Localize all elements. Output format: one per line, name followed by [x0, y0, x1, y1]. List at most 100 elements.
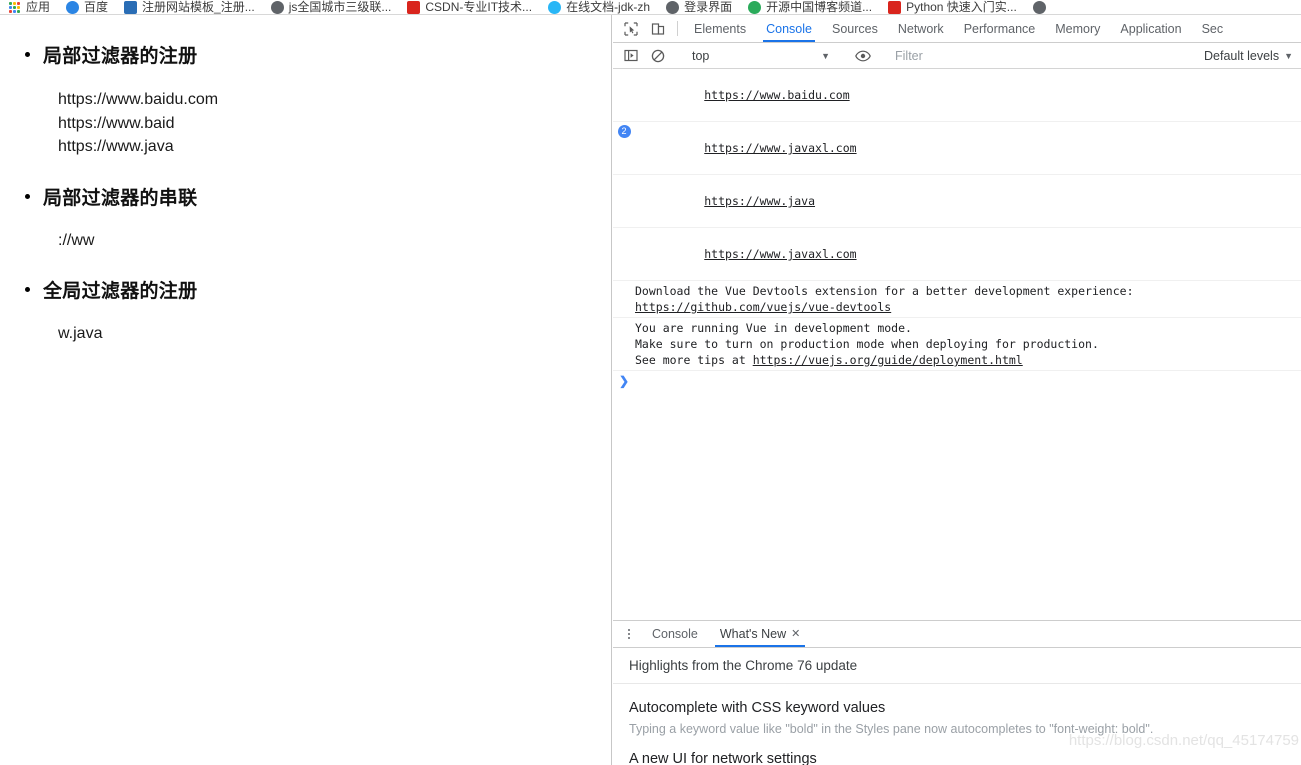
console-prompt[interactable]: ❯ [613, 371, 1301, 391]
tab-label: Sources [831, 21, 878, 36]
message-text: https://www.javaxl.com [635, 124, 1301, 172]
drawer-tab-whats-new[interactable]: What's New ✕ [709, 621, 812, 647]
section-body: w.java [58, 325, 103, 342]
close-icon[interactable]: ✕ [791, 628, 800, 640]
console-message[interactable]: https://www.java [613, 175, 1301, 228]
execution-context-value: top [692, 48, 710, 63]
bookmark-label: 应用 [26, 0, 51, 14]
console-link[interactable]: https://vuejs.org/guide/deployment.html [753, 353, 1023, 367]
message-line: Download the Vue Devtools extension for … [635, 284, 1134, 298]
console-message-list[interactable]: https://www.baidu.com 2 https://www.java… [613, 69, 1301, 620]
console-link[interactable]: https://github.com/vuejs/vue-devtools [635, 300, 891, 314]
toolbar-divider [677, 21, 678, 36]
console-link[interactable]: https://www.javaxl.com [704, 247, 856, 261]
tab-network[interactable]: Network [888, 15, 954, 42]
baidu-icon [66, 1, 80, 14]
console-link[interactable]: https://www.java [704, 194, 815, 208]
content-section: 局部过滤器的串联 ://ww [25, 183, 611, 253]
filter-input[interactable] [895, 46, 1178, 65]
whats-new-list: Autocomplete with CSS keyword values Typ… [613, 684, 1301, 765]
bookmarks-bar: 应用 百度 注册网站模板_注册... js全国城市三级联... CSDN-专业I… [0, 0, 1301, 15]
message-gutter [613, 283, 635, 284]
drawer-tab-console[interactable]: Console [641, 621, 709, 647]
bookmark-item[interactable]: js全国城市三级联... [270, 1, 391, 14]
message-text: https://www.javaxl.com [635, 230, 1301, 278]
device-toolbar-button[interactable] [644, 15, 671, 42]
console-message[interactable]: Download the Vue Devtools extension for … [613, 281, 1301, 318]
drawer-tab-label: Console [652, 627, 698, 641]
tab-performance[interactable]: Performance [954, 15, 1046, 42]
section-heading-text: 局部过滤器的串联 [43, 187, 198, 209]
bookmark-label: CSDN-专业IT技术... [425, 0, 533, 14]
bookmark-item[interactable]: 注册网站模板_注册... [124, 1, 255, 14]
globe-icon [270, 1, 284, 14]
prompt-chevron-icon: ❯ [618, 374, 630, 388]
apps-grid-icon [8, 1, 21, 14]
doc-icon [548, 1, 562, 14]
message-text: https://www.java [635, 177, 1301, 225]
live-expression-button[interactable] [849, 50, 876, 62]
section-body: https://www.baidu.com https://www.baid h… [58, 91, 219, 155]
bookmark-item[interactable]: 应用 [8, 1, 50, 14]
console-message[interactable]: https://www.baidu.com [613, 69, 1301, 122]
bullet-icon [25, 287, 30, 292]
content-section: 全局过滤器的注册 w.java [25, 276, 611, 346]
message-text: https://www.baidu.com [635, 71, 1301, 119]
console-message[interactable]: 2 https://www.javaxl.com [613, 122, 1301, 175]
bookmark-label: Python 快速入门实... [906, 0, 1017, 14]
whats-new-item[interactable]: A new UI for network settings [629, 749, 1285, 765]
whats-new-subtitle: Highlights from the Chrome 76 update [613, 648, 1301, 684]
tab-label: Application [1120, 21, 1182, 36]
tab-label: Console [766, 21, 812, 36]
bullet-icon [25, 52, 30, 57]
message-text: You are running Vue in development mode.… [635, 320, 1301, 368]
whats-new-item[interactable]: Autocomplete with CSS keyword values Typ… [629, 698, 1285, 738]
bookmark-label: 登录界面 [684, 0, 733, 14]
message-gutter [613, 177, 635, 178]
console-sidebar-button[interactable] [617, 49, 644, 62]
console-toolbar: top ▼ Default levels ▼ [613, 43, 1301, 69]
console-message[interactable]: https://www.javaxl.com [613, 228, 1301, 281]
tab-label: Network [897, 21, 944, 36]
login-icon [666, 1, 680, 14]
section-heading: 局部过滤器的串联 [25, 183, 611, 210]
console-message[interactable]: You are running Vue in development mode.… [613, 318, 1301, 371]
bookmark-item[interactable]: 在线文档-jdk-zh [548, 1, 650, 14]
create-live-expression-icon [854, 50, 871, 62]
message-gutter: 2 [613, 124, 635, 138]
tab-label: Memory [1055, 21, 1101, 36]
drawer-tab-label: What's New [719, 627, 787, 641]
site-icon [124, 1, 138, 14]
bookmark-item[interactable]: CSDN-专业IT技术... [407, 1, 532, 14]
section-heading: 局部过滤器的注册 [25, 41, 611, 68]
more-options-button[interactable] [617, 621, 641, 647]
csdn-icon [888, 1, 902, 14]
clear-console-icon [651, 49, 665, 63]
bookmark-item[interactable]: 开源中国博客频道... [748, 1, 872, 14]
csdn-icon [407, 1, 421, 14]
whats-new-title: A new UI for network settings [629, 751, 817, 765]
console-link[interactable]: https://www.baidu.com [704, 88, 849, 102]
log-levels-label: Default levels [1204, 48, 1280, 63]
whats-new-description: Typing a keyword value like "bold" in th… [629, 722, 1154, 736]
bookmark-item[interactable]: Python 快速入门实... [888, 1, 1017, 14]
bookmark-label: 注册网站模板_注册... [142, 0, 255, 14]
execution-context-select[interactable]: top ▼ [684, 49, 836, 63]
bookmark-item[interactable]: 百度 [66, 1, 108, 14]
devtools-drawer: Console What's New ✕ Highlights from the… [613, 620, 1301, 765]
repeat-count-badge: 2 [617, 125, 631, 138]
tab-application[interactable]: Application [1110, 15, 1191, 42]
tab-security[interactable]: Sec [1192, 15, 1234, 42]
drawer-tabbar: Console What's New ✕ [613, 621, 1301, 648]
console-link[interactable]: https://www.javaxl.com [704, 141, 856, 155]
message-text: Download the Vue Devtools extension for … [635, 283, 1301, 315]
tab-elements[interactable]: Elements [684, 15, 756, 42]
tab-memory[interactable]: Memory [1045, 15, 1110, 42]
tab-sources[interactable]: Sources [822, 15, 888, 42]
log-levels-select[interactable]: Default levels ▼ [1196, 49, 1301, 63]
bookmark-item[interactable] [1032, 1, 1051, 14]
bookmark-item[interactable]: 登录界面 [666, 1, 732, 14]
inspect-element-button[interactable] [617, 15, 644, 42]
clear-console-button[interactable] [644, 49, 671, 63]
tab-console[interactable]: Console [756, 15, 822, 42]
